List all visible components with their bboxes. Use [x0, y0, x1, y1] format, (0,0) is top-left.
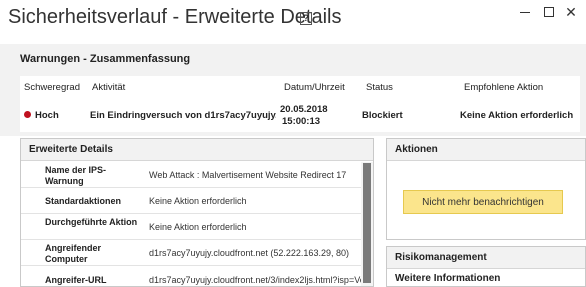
status-value: Blockiert — [362, 110, 403, 121]
detail-value: Keine Aktion erforderlich — [149, 196, 247, 206]
minimize-icon[interactable] — [516, 4, 534, 20]
details-heading: Erweiterte Details — [21, 139, 373, 161]
detail-value: Keine Aktion erforderlich — [149, 222, 247, 232]
risk-management-panel: Risikomanagement Weitere Informationen — [386, 246, 586, 287]
scrollbar-thumb[interactable] — [363, 163, 371, 283]
column-header-recommended-action[interactable]: Empfohlene Aktion — [464, 82, 543, 93]
extended-details-panel: Erweiterte Details Name der IPS-Warnung … — [20, 138, 374, 287]
stop-notifying-button[interactable]: Nicht mehr benachrichtigen — [403, 190, 563, 214]
detail-value: d1rs7acy7uyujy.cloudfront.net (52.222.16… — [149, 248, 349, 258]
actions-panel: Aktionen Nicht mehr benachrichtigen — [386, 138, 586, 240]
column-header-status[interactable]: Status — [366, 82, 393, 93]
warnings-table: Schweregrad Aktivität Datum/Uhrzeit Stat… — [20, 76, 580, 132]
more-information-heading: Weitere Informationen — [395, 273, 501, 284]
help-icon[interactable]: ? — [300, 12, 312, 25]
maximize-icon[interactable] — [540, 4, 558, 20]
risk-heading: Risikomanagement — [387, 247, 585, 269]
detail-row: Durchgeführte Aktion Keine Aktion erford… — [21, 214, 361, 240]
column-header-severity[interactable]: Schweregrad — [24, 82, 80, 93]
detail-value: Web Attack : Malvertisement Website Redi… — [149, 170, 347, 180]
window-title: Sicherheitsverlauf - Erweiterte Details — [8, 6, 342, 28]
detail-label: Angreifender Computer — [45, 243, 102, 264]
activity-value[interactable]: Ein Eindringversuch von d1rs7acy7uyujy..… — [90, 110, 276, 121]
severity-value: Hoch — [35, 110, 59, 121]
detail-value: d1rs7acy7uyujy.cloudfront.net/3/index2lj… — [149, 275, 361, 285]
close-icon[interactable]: ✕ — [562, 4, 580, 20]
actions-heading: Aktionen — [387, 139, 585, 161]
detail-label: Standardaktionen — [45, 196, 122, 206]
time-value: 15:00:13 — [282, 116, 321, 127]
detail-row: Name der IPS-Warnung Web Attack : Malver… — [21, 162, 361, 188]
detail-label: Durchgeführte Aktion — [45, 217, 138, 227]
detail-label: Angreifer-URL — [45, 275, 107, 285]
details-scrollbar[interactable] — [361, 162, 373, 286]
recommended-action-value: Keine Aktion erforderlich — [460, 110, 574, 121]
date-value: 20.05.2018 — [280, 104, 328, 115]
detail-row: Angreifer-URL d1rs7acy7uyujy.cloudfront.… — [21, 266, 361, 287]
detail-label: Name der IPS-Warnung — [45, 165, 107, 186]
title-bar: Sicherheitsverlauf - Erweiterte Details … — [0, 0, 586, 44]
detail-row: Standardaktionen Keine Aktion erforderli… — [21, 188, 361, 214]
warnings-summary-section: Warnungen - Zusammenfassung Schweregrad … — [0, 44, 586, 136]
severity-high-icon — [24, 111, 31, 118]
column-header-activity[interactable]: Aktivität — [92, 82, 125, 93]
summary-heading: Warnungen - Zusammenfassung — [20, 53, 191, 65]
detail-row: Angreifender Computer d1rs7acy7uyujy.clo… — [21, 240, 361, 266]
column-header-datetime[interactable]: Datum/Uhrzeit — [284, 82, 345, 93]
